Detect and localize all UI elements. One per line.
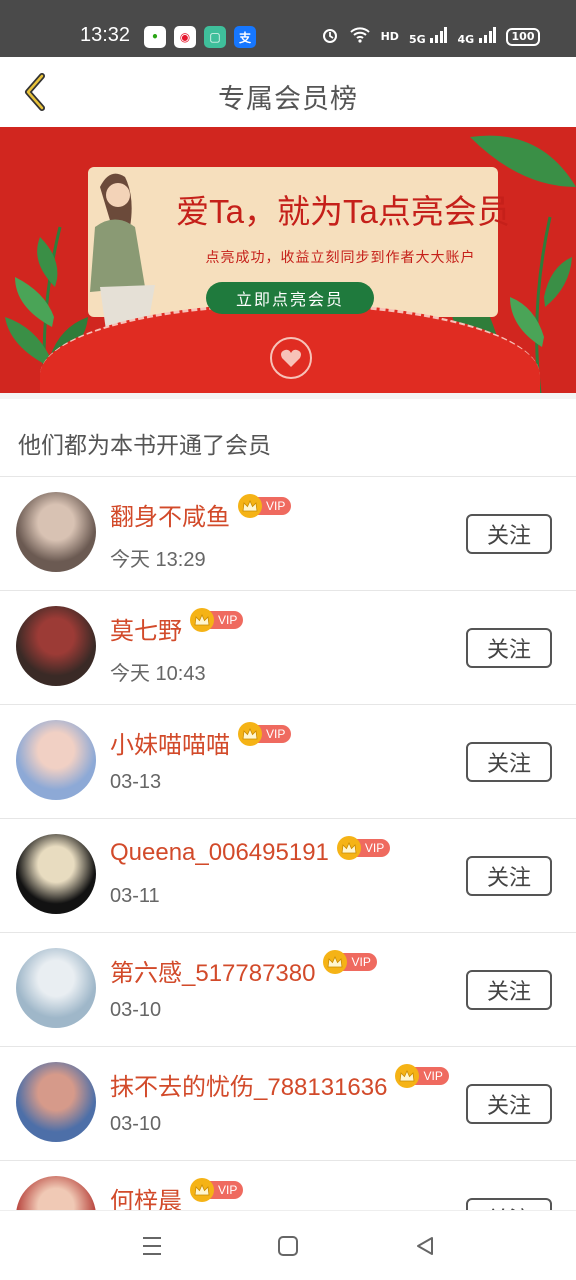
avatar[interactable] — [16, 606, 96, 686]
member-row[interactable]: 莫七野 VIP 今天 10:43 关注 — [0, 591, 576, 705]
member-name-line: 翻身不咸鱼 VIP — [110, 494, 292, 532]
member-name-line: 第六感_517787380 VIP — [110, 950, 377, 988]
back-triangle-icon — [417, 1237, 433, 1255]
section-divider — [0, 393, 576, 399]
member-row[interactable]: Queena_006495191 VIP 03-11 关注 — [0, 819, 576, 933]
member-row[interactable]: 抹不去的忧伤_788131636 VIP 03-10 关注 — [0, 1047, 576, 1161]
status-bar: 13:32 • ◉ ▢ 支 HD 5G 4G 100 — [0, 0, 576, 57]
nav-menu-button[interactable] — [137, 1231, 167, 1261]
system-nav-bar — [0, 1210, 576, 1280]
vip-badge: VIP — [395, 1064, 449, 1088]
member-row[interactable]: 小妹喵喵喵 VIP 03-13 关注 — [0, 705, 576, 819]
nav-back-button[interactable] — [410, 1231, 440, 1261]
vip-badge: VIP — [190, 1178, 244, 1202]
status-time: 13:32 — [80, 24, 131, 46]
member-name[interactable]: 抹不去的忧伤_788131636 — [110, 1067, 387, 1102]
vip-badge: VIP — [323, 950, 377, 974]
avatar[interactable] — [16, 834, 96, 914]
hd-label: HD — [380, 30, 399, 43]
member-name-line: Queena_006495191 VIP — [110, 836, 391, 867]
follow-button[interactable]: 关注 — [466, 742, 552, 782]
avatar[interactable] — [16, 492, 96, 572]
member-name[interactable]: 第六感_517787380 — [110, 953, 315, 988]
section-title: 他们都为本书开通了会员 — [18, 433, 271, 459]
follow-button[interactable]: 关注 — [466, 856, 552, 896]
status-indicators: HD 5G 4G 100 — [321, 26, 540, 47]
member-time: 03-11 — [110, 885, 160, 907]
vip-badge: VIP — [238, 494, 292, 518]
member-time: 03-13 — [110, 771, 162, 793]
member-name-line: 何梓晨 VIP — [110, 1178, 244, 1210]
avatar[interactable] — [16, 1176, 96, 1210]
crown-icon — [336, 836, 361, 860]
signal-4g-label: 4G — [457, 33, 475, 46]
follow-button[interactable]: 关注 — [466, 628, 552, 668]
page-title: 专属会员榜 — [218, 84, 358, 115]
signal-5g-label: 5G — [408, 33, 426, 46]
member-time: 03-10 — [110, 999, 162, 1021]
banner-heading: 爱Ta，就为Ta点亮会员 — [176, 193, 510, 230]
wechat-icon: • — [144, 26, 166, 48]
wifi-icon — [349, 26, 371, 47]
member-time: 03-10 — [110, 1113, 162, 1135]
avatar[interactable] — [16, 948, 96, 1028]
member-row[interactable]: 第六感_517787380 VIP 03-10 关注 — [0, 933, 576, 1047]
member-name[interactable]: 何梓晨 — [110, 1181, 182, 1210]
promo-banner[interactable]: 爱Ta，就为Ta点亮会员 点亮成功，收益立刻同步到作者大大账户 立即点亮会员 — [0, 127, 576, 393]
crown-icon — [238, 722, 262, 746]
member-time: 今天 13:29 — [110, 549, 206, 571]
member-name-line: 莫七野 VIP — [110, 608, 244, 646]
battery-icon: 100 — [506, 27, 540, 46]
member-list: 翻身不咸鱼 VIP 今天 13:29 关注 莫七野 VIP 今天 10:43 关注 小妹喵喵喵 V… — [0, 477, 576, 1210]
home-square-icon — [278, 1236, 298, 1256]
avatar[interactable] — [16, 1062, 96, 1142]
member-name[interactable]: 翻身不咸鱼 — [110, 497, 230, 532]
light-up-member-button[interactable]: 立即点亮会员 — [206, 282, 374, 314]
member-name[interactable]: Queena_006495191 — [110, 839, 329, 867]
status-app-icons: • ◉ ▢ 支 — [144, 26, 256, 48]
notes-icon: ▢ — [204, 26, 226, 48]
follow-button[interactable]: 关注 — [466, 1198, 552, 1210]
banner-subtext: 点亮成功，收益立刻同步到作者大大账户 — [205, 250, 476, 266]
banner-button-label: 立即点亮会员 — [235, 290, 344, 309]
member-name-line: 抹不去的忧伤_788131636 VIP — [110, 1064, 449, 1102]
header: 专属会员榜 — [0, 57, 576, 127]
member-name[interactable]: 莫七野 — [110, 611, 182, 646]
member-row[interactable]: 何梓晨 VIP 关注 — [0, 1161, 576, 1210]
nav-home-button[interactable] — [273, 1231, 303, 1261]
vip-badge: VIP — [190, 608, 244, 632]
alarm-icon — [321, 26, 339, 47]
alipay-icon: 支 — [234, 26, 256, 48]
menu-icon — [143, 1237, 161, 1255]
crown-icon — [190, 608, 214, 632]
weibo-icon: ◉ — [174, 26, 196, 48]
member-time: 今天 10:43 — [110, 663, 206, 685]
follow-button[interactable]: 关注 — [466, 970, 552, 1010]
member-name-line: 小妹喵喵喵 VIP — [110, 722, 292, 760]
member-row[interactable]: 翻身不咸鱼 VIP 今天 13:29 关注 — [0, 477, 576, 591]
vip-badge: VIP — [238, 722, 292, 746]
follow-button[interactable]: 关注 — [466, 1084, 552, 1124]
follow-button[interactable]: 关注 — [466, 514, 552, 554]
avatar[interactable] — [16, 720, 96, 800]
signal-5g: 5G — [409, 27, 448, 46]
member-name[interactable]: 小妹喵喵喵 — [110, 725, 230, 760]
crown-icon — [238, 494, 262, 518]
crown-icon — [190, 1178, 214, 1202]
vip-badge: VIP — [336, 836, 391, 860]
signal-4g: 4G — [457, 27, 496, 46]
heart-seal-icon — [270, 337, 312, 379]
